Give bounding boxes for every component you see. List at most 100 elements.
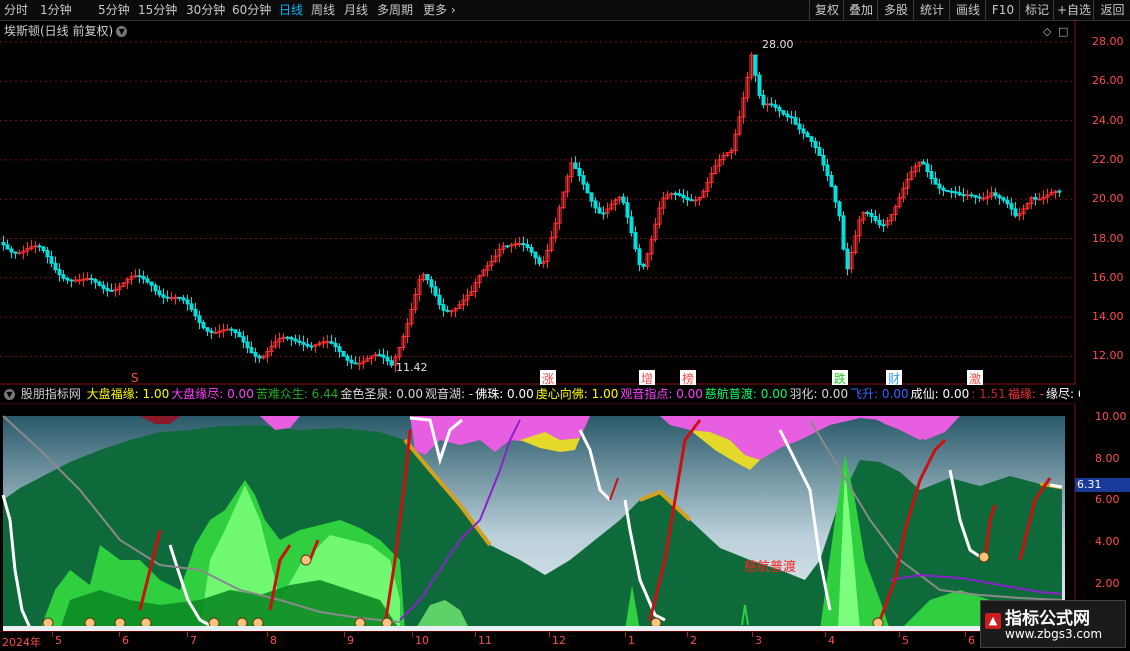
candlestick-chart[interactable] <box>0 0 1130 650</box>
candle-body <box>1033 197 1038 200</box>
back-button[interactable]: 返回 <box>1093 0 1130 20</box>
candle-body <box>677 193 682 196</box>
tab-intraday[interactable]: 分时 <box>4 2 28 18</box>
candle-body <box>813 140 818 149</box>
indicator-name[interactable]: 股朋指标网 <box>21 387 81 401</box>
add-watchlist-button[interactable]: +自选 <box>1053 0 1094 20</box>
diamond-icon[interactable]: ◇ <box>1043 25 1051 38</box>
candle-body <box>285 336 290 339</box>
tab-more[interactable]: 更多 › <box>423 2 456 18</box>
tab-5min[interactable]: 5分钟 <box>98 2 130 18</box>
candle-body <box>881 224 886 227</box>
overlay-button[interactable]: 叠加 <box>843 0 878 20</box>
date-tick-label: 3 <box>755 634 762 647</box>
high-price-label: 28.00 <box>762 38 794 51</box>
chevron-down-icon[interactable]: ▼ <box>4 389 15 400</box>
candle-body <box>149 281 154 286</box>
candle-body <box>613 199 618 205</box>
candle-body <box>433 286 438 296</box>
tab-daily[interactable]: 日线 <box>279 2 303 18</box>
hand-pointer-icon <box>354 617 366 629</box>
candle-body <box>289 337 294 340</box>
adjust-button[interactable]: 复权 <box>809 0 844 20</box>
tab-30min[interactable]: 30分钟 <box>186 2 225 18</box>
candle-body <box>705 181 710 192</box>
candle-body <box>465 294 470 301</box>
indicator-value: 虔心向佛: 1.00 <box>535 387 619 401</box>
tab-15min[interactable]: 15分钟 <box>138 2 177 18</box>
candle-body <box>977 196 982 199</box>
date-tick-label: 6 <box>122 634 129 647</box>
candle-body <box>529 247 534 253</box>
candle-body <box>189 303 194 310</box>
candle-body <box>333 342 338 348</box>
draw-button[interactable]: 画线 <box>949 0 986 20</box>
candle-body <box>269 345 274 352</box>
candle-body <box>669 192 674 196</box>
date-tick <box>687 632 688 637</box>
candle-body <box>765 103 770 106</box>
stats-button[interactable]: 统计 <box>913 0 950 20</box>
stock-title[interactable]: 埃斯顿(日线 前复权) ▼ <box>4 22 128 39</box>
signal-label: S <box>131 371 139 385</box>
f10-button[interactable]: F10 <box>985 0 1020 20</box>
candle-body <box>305 343 310 347</box>
gray-line <box>2 415 401 623</box>
candle-body <box>81 278 86 281</box>
candle-body <box>849 252 854 270</box>
tab-1min[interactable]: 1分钟 <box>40 2 72 18</box>
candle-body <box>625 202 630 218</box>
candle-body <box>9 248 14 253</box>
candle-body <box>701 190 706 198</box>
candle-body <box>857 219 862 237</box>
candle-body <box>1001 197 1006 201</box>
candle-body <box>737 116 742 135</box>
price-tick-label: 28.00 <box>1092 35 1124 48</box>
white-line-1 <box>1 494 51 632</box>
candle-body <box>1037 198 1042 201</box>
candle-body <box>165 296 170 299</box>
window-icon[interactable]: □ <box>1058 25 1068 38</box>
candle-body <box>401 336 406 349</box>
candle-body <box>709 173 714 183</box>
candle-body <box>313 344 318 347</box>
indicator-value: 成仙: 0.00 <box>910 387 970 401</box>
candle-body <box>513 243 518 246</box>
chevron-down-icon[interactable]: ▼ <box>116 26 128 37</box>
indicator-value: 大盘福缘: 1.00 <box>86 387 170 401</box>
candle-body <box>185 299 190 305</box>
candle-body <box>321 341 326 344</box>
date-tick <box>344 632 345 637</box>
candle-body <box>993 192 998 197</box>
date-tick <box>825 632 826 637</box>
candle-body <box>29 246 34 250</box>
indicator-value: : 1.51 <box>971 387 1006 401</box>
tab-60min[interactable]: 60分钟 <box>232 2 271 18</box>
candle-body <box>213 331 218 334</box>
indicator-info-bar: ▼ 股朋指标网 大盘福缘: 1.00 大盘缘尽: 0.00 苦难众生: 6.44 金色… <box>0 385 1080 403</box>
candle-body <box>225 328 230 331</box>
candle-body <box>477 275 482 284</box>
tab-monthly[interactable]: 月线 <box>344 2 368 18</box>
candle-body <box>805 132 810 138</box>
candle-body <box>493 255 498 262</box>
candle-body <box>825 164 830 177</box>
tab-multi-period[interactable]: 多周期 <box>377 2 413 18</box>
candle-body <box>921 161 926 165</box>
multi-stock-button[interactable]: 多股 <box>877 0 914 20</box>
hand-pointer-icon <box>650 617 662 629</box>
candle-body <box>581 175 586 185</box>
candle-body <box>989 192 994 197</box>
candle-body <box>5 244 10 250</box>
tab-weekly[interactable]: 周线 <box>311 2 335 18</box>
candle-body <box>917 161 922 167</box>
candle-body <box>109 289 114 292</box>
candle-body <box>1057 190 1062 193</box>
candle-body <box>761 94 766 106</box>
mark-button[interactable]: 标记 <box>1019 0 1054 20</box>
candle-body <box>925 163 930 173</box>
candle-body <box>245 341 250 349</box>
candle-body <box>749 54 754 78</box>
candle-body <box>901 187 906 199</box>
candle-body <box>345 355 350 361</box>
